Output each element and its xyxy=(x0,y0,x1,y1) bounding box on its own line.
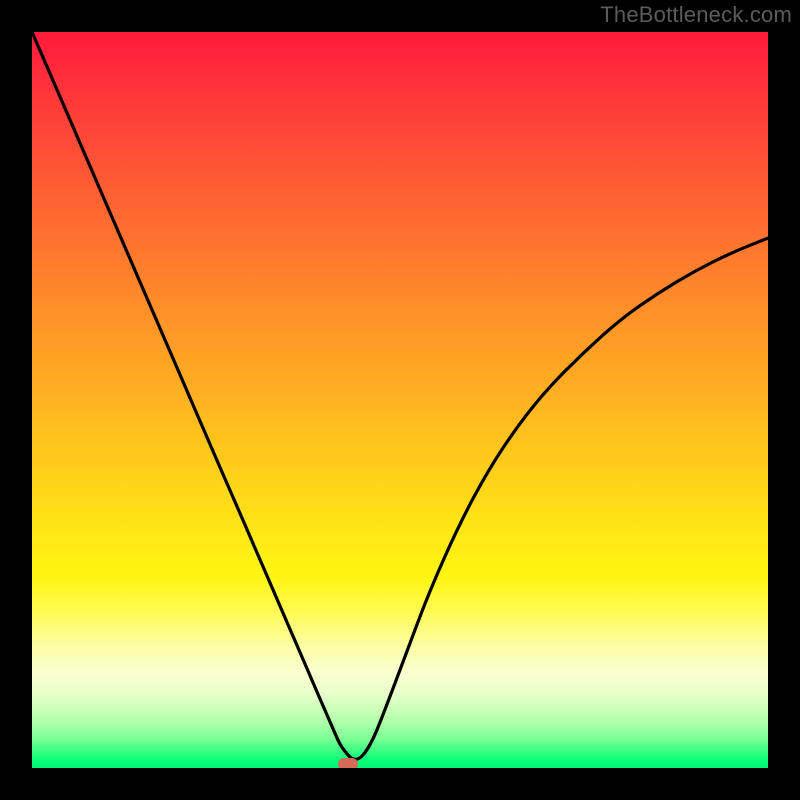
curve-svg xyxy=(32,32,768,768)
plot-area xyxy=(32,32,768,768)
chart-frame: TheBottleneck.com xyxy=(0,0,800,800)
bottleneck-curve-path xyxy=(32,32,768,759)
optimum-marker xyxy=(338,758,358,768)
watermark-text: TheBottleneck.com xyxy=(600,2,792,28)
